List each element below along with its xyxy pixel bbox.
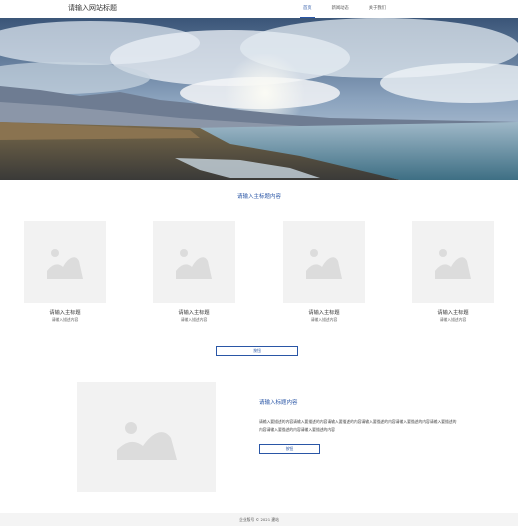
- landscape-photo: [0, 18, 518, 180]
- card-subtitle: 请输入描述内容: [439, 317, 467, 322]
- image-placeholder-icon: [176, 249, 212, 279]
- card-title: 请输入主标题: [178, 310, 210, 316]
- card[interactable]: 请输入主标题 请输入描述内容: [153, 221, 235, 323]
- card-image-placeholder[interactable]: [412, 221, 494, 303]
- nav-item-about[interactable]: 关于我们: [366, 0, 389, 18]
- feature-image-placeholder[interactable]: [77, 382, 216, 492]
- image-placeholder-icon: [47, 249, 83, 279]
- card-image-placeholder[interactable]: [24, 221, 106, 303]
- image-placeholder-icon: [435, 249, 471, 279]
- image-placeholder-icon: [306, 249, 342, 279]
- section-title: 请输入主标题内容: [236, 194, 281, 200]
- card-list: 请输入主标题 请输入描述内容 请输入主标题 请输入描述内容 请输入主标题 请输入…: [0, 221, 518, 326]
- card[interactable]: 请输入主标题 请输入描述内容: [283, 221, 365, 323]
- more-button[interactable]: 按钮: [216, 346, 298, 356]
- feature-button[interactable]: 按钮: [259, 444, 320, 454]
- card[interactable]: 请输入主标题 请输入描述内容: [412, 221, 494, 323]
- card-title: 请输入主标题: [49, 310, 81, 316]
- hero-banner: [0, 18, 518, 180]
- main-nav: 首页 新闻动态 关于我们: [300, 0, 403, 18]
- nav-item-home[interactable]: 首页: [300, 0, 315, 18]
- card-subtitle: 请输入描述内容: [180, 317, 208, 322]
- feature-description: 请输入要描述的内容请输入要描述的内容请输入要描述的内容请输入要描述的内容请输入要…: [259, 419, 457, 432]
- card-image-placeholder[interactable]: [283, 221, 365, 303]
- card-title: 请输入主标题: [308, 310, 340, 316]
- card-subtitle: 请输入描述内容: [51, 317, 79, 322]
- nav-item-news[interactable]: 新闻动态: [329, 0, 352, 18]
- card-title: 请输入主标题: [437, 310, 469, 316]
- top-header: 请输入网站标题 首页 新闻动态 关于我们: [0, 0, 518, 18]
- card-image-placeholder[interactable]: [153, 221, 235, 303]
- image-placeholder-icon: [117, 422, 177, 460]
- card-subtitle: 请输入描述内容: [310, 317, 338, 322]
- card[interactable]: 请输入主标题 请输入描述内容: [24, 221, 106, 323]
- footer: 企业版号 © 2021 建站: [0, 513, 518, 526]
- feature-title: 请输入标题内容: [259, 400, 298, 406]
- site-title[interactable]: 请输入网站标题: [68, 3, 117, 13]
